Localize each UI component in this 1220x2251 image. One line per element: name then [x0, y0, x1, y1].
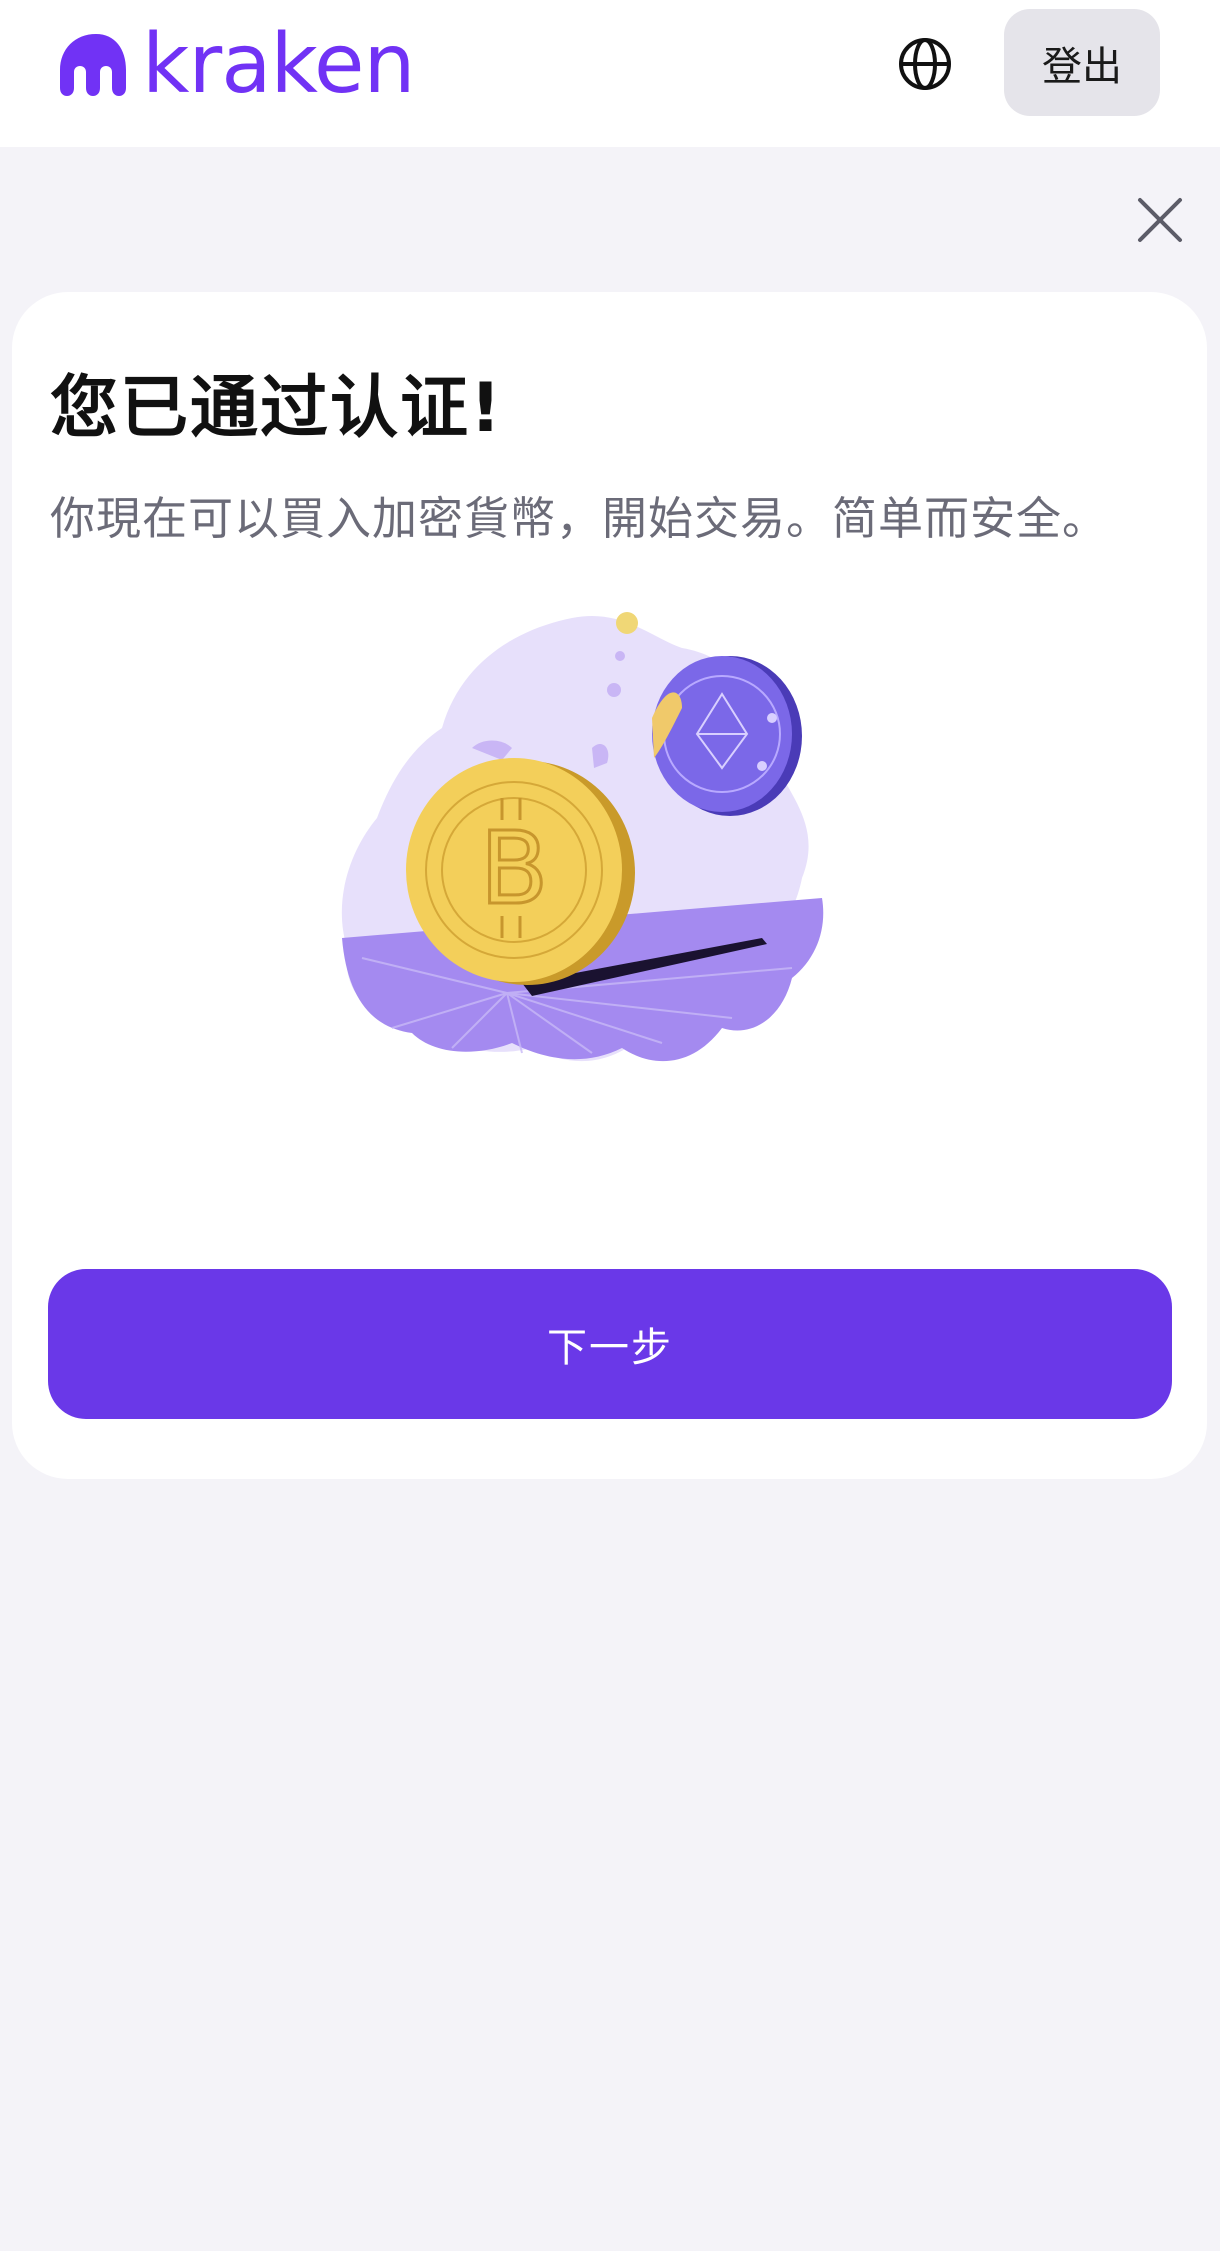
kraken-logo[interactable]: kraken: [58, 26, 468, 100]
next-step-button[interactable]: 下一步: [48, 1269, 1172, 1419]
globe-icon[interactable]: [897, 36, 953, 92]
kraken-logo-mark-icon: [60, 34, 126, 96]
logo-wordmark: kraken: [142, 26, 414, 100]
svg-text:B: B: [480, 810, 549, 927]
bitcoin-coin-icon: B: [406, 758, 635, 985]
crypto-coins-illustration: B: [341, 612, 824, 1062]
page-title: 您已通过认证!: [50, 369, 504, 448]
logout-button[interactable]: 登出: [1004, 9, 1160, 116]
close-icon[interactable]: [1136, 196, 1184, 244]
top-navigation-bar: kraken 登出: [0, 0, 1220, 147]
page-subtitle: 你現在可以買入加密貨幣，開始交易。简单而安全。: [50, 492, 1109, 545]
verification-success-card: 您已通过认证! 你現在可以買入加密貨幣，開始交易。简单而安全。 B 下一步: [12, 292, 1207, 1479]
